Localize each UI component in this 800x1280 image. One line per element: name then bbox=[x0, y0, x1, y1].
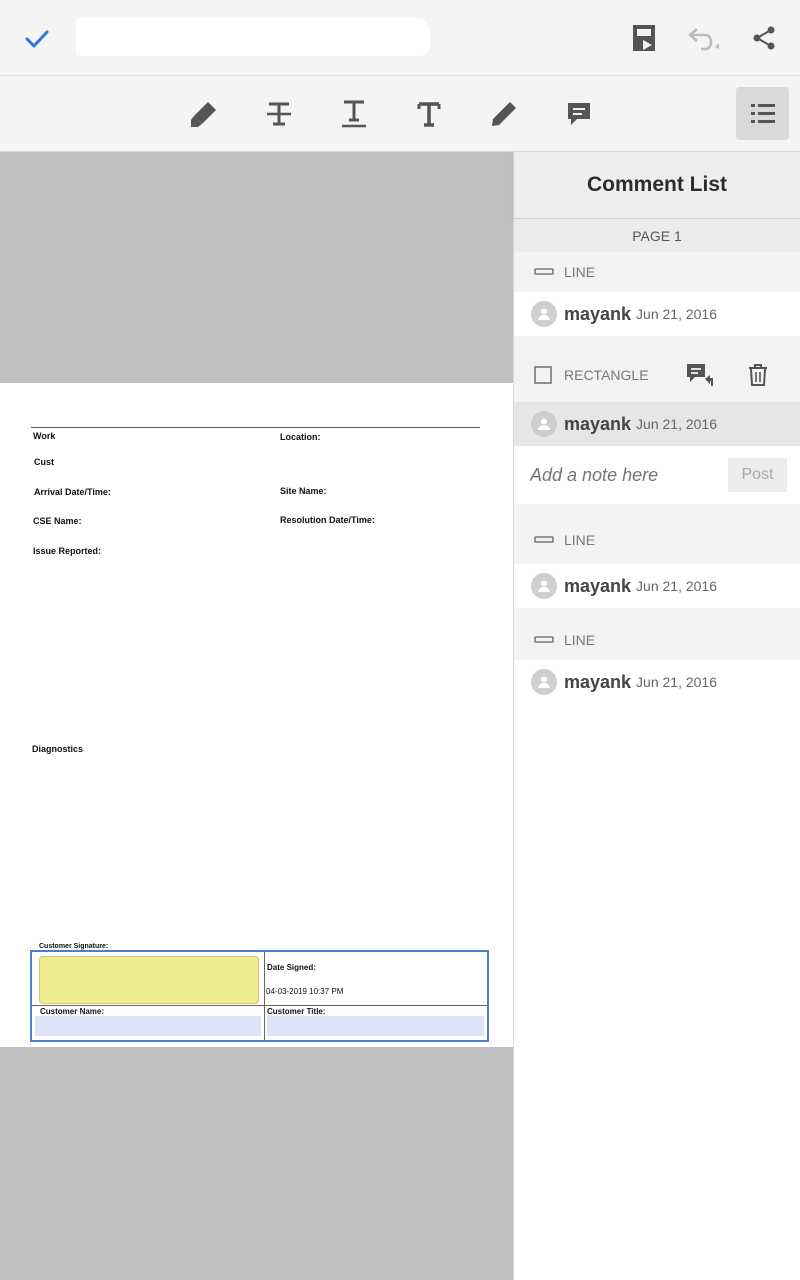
share-icon[interactable] bbox=[742, 16, 786, 60]
separator bbox=[514, 504, 800, 516]
comment-type-row[interactable]: LINE bbox=[514, 516, 800, 564]
field-label: Customer Signature: bbox=[39, 943, 109, 950]
annotation-toolbar bbox=[0, 76, 800, 152]
document-page: Work Location: Cust Arrival Date/Time: S… bbox=[0, 383, 513, 1047]
comment-list-panel: Comment List PAGE 1 LINE mayank Jun 21, … bbox=[514, 152, 800, 1280]
line-icon bbox=[534, 636, 556, 644]
comment-item[interactable]: mayank Jun 21, 2016 bbox=[514, 564, 800, 608]
date-signed-label: Date Signed: bbox=[267, 963, 316, 972]
top-bar bbox=[0, 0, 800, 76]
text-icon[interactable] bbox=[405, 90, 453, 138]
rectangle-annotation[interactable] bbox=[39, 956, 259, 1004]
underline-icon[interactable] bbox=[330, 90, 378, 138]
comment-author: mayank bbox=[564, 671, 632, 692]
customer-title-label: Customer Title: bbox=[267, 1007, 326, 1016]
separator bbox=[514, 608, 800, 620]
comment-item[interactable]: mayank Jun 21, 2016 bbox=[514, 660, 800, 704]
comment-type-label: LINE bbox=[564, 532, 596, 548]
signature-table-selected[interactable]: Date Signed: 04-03-2019 10:37 PM Custome… bbox=[30, 950, 489, 1042]
avatar-icon bbox=[531, 301, 557, 327]
comment-author: mayank bbox=[564, 303, 632, 324]
field-label: Resolution Date/Time: bbox=[280, 515, 375, 525]
rectangle-icon bbox=[534, 366, 556, 384]
date-signed-value: 04-03-2019 10:37 PM bbox=[266, 987, 344, 996]
pencil-icon[interactable] bbox=[480, 90, 528, 138]
comment-author: mayank bbox=[564, 575, 632, 596]
comment-type-row[interactable]: LINE bbox=[514, 620, 800, 660]
comment-type-label: RECTANGLE bbox=[564, 367, 649, 383]
field-label: Work bbox=[33, 431, 56, 441]
customer-name-field[interactable] bbox=[35, 1016, 261, 1036]
redacted-document-title bbox=[76, 18, 430, 56]
line-icon bbox=[534, 536, 556, 544]
field-label: Location: bbox=[280, 432, 321, 442]
comment-date: Jun 21, 2016 bbox=[636, 416, 718, 432]
comment-item-selected[interactable]: mayank Jun 21, 2016 bbox=[514, 402, 800, 446]
avatar-icon bbox=[531, 573, 557, 599]
comment-list-icon[interactable] bbox=[736, 87, 789, 140]
customer-name-label: Customer Name: bbox=[40, 1007, 105, 1016]
checkmark-icon[interactable] bbox=[22, 24, 52, 54]
table-divider bbox=[264, 952, 265, 1040]
field-label: Diagnostics bbox=[32, 744, 84, 754]
avatar-icon bbox=[531, 669, 557, 695]
field-label: Issue Reported: bbox=[33, 546, 102, 556]
note-input[interactable] bbox=[530, 464, 728, 486]
header-rule bbox=[31, 427, 480, 428]
panel-title: Comment List bbox=[514, 152, 800, 219]
comment-type-row[interactable]: RECTANGLE bbox=[514, 348, 800, 402]
field-label: CSE Name: bbox=[33, 516, 82, 526]
post-button[interactable]: Post bbox=[728, 458, 787, 492]
avatar-icon bbox=[531, 411, 557, 437]
undo-icon[interactable] bbox=[682, 16, 726, 60]
strikethrough-icon[interactable] bbox=[255, 90, 303, 138]
comment-author: mayank bbox=[564, 413, 632, 434]
organize-pages-icon[interactable] bbox=[622, 16, 666, 60]
document-viewer[interactable]: Work Location: Cust Arrival Date/Time: S… bbox=[0, 152, 513, 1280]
comment-date: Jun 21, 2016 bbox=[636, 306, 718, 322]
customer-title-field[interactable] bbox=[267, 1016, 484, 1036]
reply-icon[interactable] bbox=[684, 361, 716, 389]
trash-icon[interactable] bbox=[742, 361, 774, 389]
comment-type-label: LINE bbox=[564, 632, 596, 648]
page-label: PAGE 1 bbox=[514, 219, 800, 252]
comment-date: Jun 21, 2016 bbox=[636, 578, 718, 594]
comment-type-label: LINE bbox=[564, 264, 596, 280]
note-composer: Post bbox=[514, 446, 800, 504]
comment-date: Jun 21, 2016 bbox=[636, 674, 718, 690]
comment-icon[interactable] bbox=[555, 90, 603, 138]
table-divider bbox=[32, 1005, 487, 1006]
field-label: Cust bbox=[34, 457, 54, 467]
field-label: Arrival Date/Time: bbox=[34, 487, 111, 497]
comment-item[interactable]: mayank Jun 21, 2016 bbox=[514, 292, 800, 336]
separator bbox=[514, 336, 800, 348]
field-label: Site Name: bbox=[280, 486, 327, 496]
line-icon bbox=[534, 268, 556, 276]
highlighter-icon[interactable] bbox=[180, 90, 228, 138]
comment-type-row[interactable]: LINE bbox=[514, 252, 800, 292]
